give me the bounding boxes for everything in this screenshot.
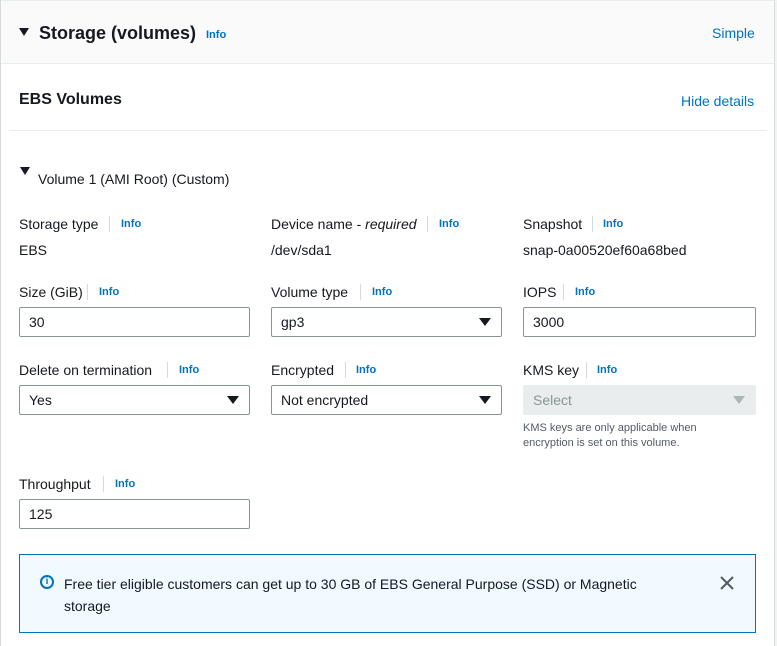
separator [109,216,110,232]
volume-type-info-link[interactable]: Info [372,285,392,299]
separator [360,284,361,300]
chevron-down-icon [733,396,745,404]
encrypted-value: Not encrypted [281,392,369,408]
separator [345,362,346,378]
throughput-info-link[interactable]: Info [115,477,135,491]
separator [427,216,428,232]
separator [592,216,593,232]
chevron-down-icon [479,318,491,326]
caret-down-icon[interactable] [19,28,29,36]
storage-panel: Storage (volumes) Info Simple EBS Volume… [0,0,775,646]
separator [563,284,564,300]
free-tier-alert: i Free tier eligible customers can get u… [19,554,756,633]
divider [9,130,767,131]
size-label: Size (GiB) [19,284,83,300]
encrypted-select[interactable]: Not encrypted [271,385,502,415]
separator [87,284,88,300]
section-info-link[interactable]: Info [206,28,226,42]
delete-on-termination-value: Yes [29,392,52,408]
throughput-input[interactable]: 125 [19,499,250,529]
storage-type-info-link[interactable]: Info [121,217,141,231]
kms-key-hint: KMS keys are only applicable when encryp… [523,422,697,449]
close-icon[interactable] [717,573,737,593]
encrypted-label: Encrypted [271,362,335,378]
encrypted-info-link[interactable]: Info [356,363,376,377]
delete-on-termination-select[interactable]: Yes [19,385,250,415]
section-title: Storage (volumes) [39,23,197,43]
device-name-label: Device name - required [271,215,417,233]
kms-key-label: KMS key [523,362,580,378]
throughput-label: Throughput [19,476,91,492]
delete-on-termination-label: Delete on termination [19,362,153,378]
alert-text: Free tier eligible customers can get up … [64,576,637,614]
hide-details-link[interactable]: Hide details [681,92,754,110]
size-info-link[interactable]: Info [99,285,119,299]
volume-caret-down-icon[interactable] [20,167,30,175]
kms-key-select: Select [523,385,756,415]
delete-on-termination-info-link[interactable]: Info [179,363,199,377]
separator [103,476,104,492]
chevron-down-icon [227,396,239,404]
storage-type-value: EBS [19,242,48,258]
size-input[interactable]: 30 [19,307,250,337]
volume-type-value: gp3 [281,314,305,330]
snapshot-value: snap-0a00520ef60a68bed [523,242,687,258]
iops-info-link[interactable]: Info [575,285,595,299]
chevron-down-icon [479,396,491,404]
volume-title: Volume 1 (AMI Root) (Custom) [38,171,230,187]
volume-type-select[interactable]: gp3 [271,307,502,337]
device-name-value: /dev/sda1 [271,242,332,258]
required-marker: required [365,216,417,232]
kms-key-info-link[interactable]: Info [597,363,617,377]
iops-label: IOPS [523,284,557,300]
ebs-volumes-title: EBS Volumes [19,91,122,108]
iops-input[interactable]: 3000 [523,307,756,337]
volume-type-label: Volume type [271,284,349,300]
simple-mode-link[interactable]: Simple [712,24,755,42]
info-circle-icon: i [40,575,54,589]
section-header: Storage (volumes) Info Simple [1,0,774,64]
storage-type-label: Storage type [19,216,99,232]
separator [167,362,168,378]
separator [586,362,587,378]
snapshot-label: Snapshot [523,216,583,232]
device-name-info-link[interactable]: Info [439,217,459,231]
snapshot-info-link[interactable]: Info [603,217,623,231]
device-name-label-text: Device name - [271,216,366,232]
kms-key-placeholder: Select [533,392,572,408]
